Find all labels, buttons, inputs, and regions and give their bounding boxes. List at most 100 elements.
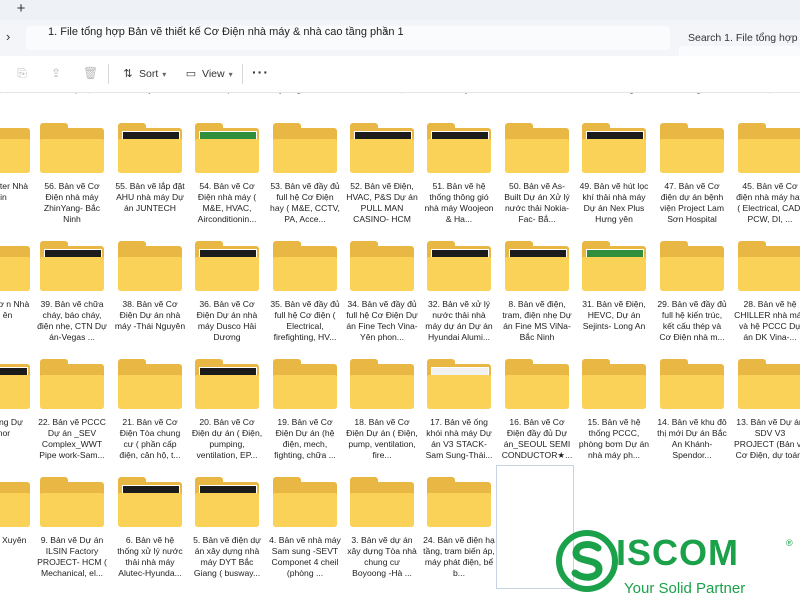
folder-icon — [582, 241, 646, 291]
folder-item[interactable]: 28. Bản vẽ hệ CHILLER nhà máy và hệ PCCC… — [734, 241, 800, 359]
folder-item[interactable]: 56. Bản vẽ Cơ Điện nhà máy ZhinYang- Bắc… — [36, 123, 108, 241]
logo-wordmark: ISCOM — [616, 532, 740, 573]
folder-item[interactable]: 39. Bản vẽ chữa cháy, báo cháy, điện nhẹ… — [36, 241, 108, 359]
folder-label: 50. Bản vẽ As-Built Dự án Xử lý nước thả… — [504, 181, 570, 224]
folder-item[interactable]: 6. Bản vẽ hệ thống xử lý nước thải nhà m… — [114, 477, 186, 595]
folder-label: 14. Bản vẽ khu đô thị mới Dự án Bắc An K… — [657, 417, 727, 460]
folder-item[interactable]: 32. Bản vẽ xử lý nước thải nhà máy dự án… — [423, 241, 495, 359]
folder-item[interactable]: cấp dung Dự manor — [0, 359, 34, 477]
toolbar-divider — [242, 64, 243, 84]
chevron-right-icon[interactable]: › — [6, 29, 10, 44]
folder-item[interactable]: Cơ Nhà Xuyên — [0, 477, 34, 595]
folder-item[interactable]: 16. Bản vẽ Cơ Điện đầy đủ Dự án_SEOUL SE… — [501, 359, 573, 477]
folder-label: 9. Bản vẽ Dự án ILSIN Factory PROJECT- H… — [37, 535, 107, 578]
folder-item[interactable]: 54. Bản vẽ Cơ Điện nhà máy ( M&E, HVAC, … — [191, 123, 263, 241]
chevron-right-icon[interactable]: › — [384, 25, 388, 39]
folder-icon — [195, 241, 259, 291]
folder-label: 13. Bản vẽ Dự án SDV V3 PROJECT (Bản vẽ … — [734, 417, 800, 460]
folder-item[interactable]: 51. Bản vẽ hệ thống thông gió nhà máy Wo… — [423, 123, 495, 241]
folder-label: 15. Bản vẽ hệ thống PCCC, phòng bơm Dự á… — [578, 417, 650, 460]
folder-label: full hệ Cơ n Nhà Thái ên — [0, 299, 30, 320]
folder-icon — [118, 241, 182, 291]
folder-item[interactable]: 3. Bản vẽ dự án xây dựng Tòa nhà chung c… — [346, 477, 418, 595]
folder-item[interactable]: 22. Bản vẽ PCCC Dự án _SEV Complex_WWT P… — [36, 359, 108, 477]
folder-item[interactable]: full hệ Cơ n Nhà Thái ên — [0, 241, 34, 359]
folder-item[interactable]: 50. Bản vẽ As-Built Dự án Xử lý nước thả… — [501, 123, 573, 241]
folder-item[interactable]: 35. Bản vẽ đầy đủ full hệ Cơ điện ( Elec… — [269, 241, 341, 359]
folder-label-partial[interactable]: Liensys — [423, 93, 495, 95]
folder-label-partial[interactable]: nhà máy BOS... — [114, 93, 186, 95]
folder-label: 38. Bản vẽ Cơ Điện Dự án nhà máy -Thái N… — [114, 299, 186, 331]
folder-label: 20. Bản vẽ Cơ Điện dự án ( Điện, pumping… — [191, 417, 263, 460]
folder-label-partial[interactable]: Vinh phúc — [191, 93, 263, 95]
command-bar — [0, 56, 800, 93]
folder-item[interactable]: 4. Bản vẽ nhà máy Sam sung -SEVT Compone… — [269, 477, 341, 595]
folder-label: Cơ Nhà Xuyên — [0, 535, 27, 545]
folder-label-partial[interactable]: chiếu sáng, điề... — [656, 93, 728, 95]
rename-icon[interactable]: ⎘ — [15, 66, 29, 80]
folder-icon — [660, 359, 724, 409]
folder-label-partial[interactable]: G-Max Vina- Bắ... — [501, 93, 573, 95]
folder-label-partial[interactable]: Quang Minh- ... — [269, 93, 341, 95]
folder-item[interactable]: 36. Bản vẽ Cơ Điện Dự án nhà máy Dusco H… — [191, 241, 263, 359]
folder-item[interactable]: 53. Bản vẽ đầy đủ full hệ Cơ Điện hay ( … — [269, 123, 341, 241]
folder-label-partial[interactable]: Hải Phòng — [578, 93, 650, 95]
folder-icon — [660, 241, 724, 291]
folder-item[interactable]: 8. Bản vẽ điện, tram, điện nhẹ Dự án Fin… — [501, 241, 573, 359]
folder-label: 18. Bản vẽ Cơ Điện Dự án ( Điện, pump, v… — [346, 417, 418, 460]
folder-label: 34. Bản vẽ đầy đủ full hệ Cơ Điện Dự án … — [346, 299, 418, 342]
folder-icon — [738, 123, 800, 173]
folder-icon — [505, 359, 569, 409]
folder-label: 29. Bản vẽ đầy đủ full hệ kiến trúc, kết… — [657, 299, 727, 342]
folder-item[interactable]: 9. Bản vẽ Dự án ILSIN Factory PROJECT- H… — [36, 477, 108, 595]
folder-label-partial[interactable]: Vina- Hà Nội — [346, 93, 418, 95]
sort-button[interactable]: ⇅ Sort ▾ — [121, 64, 166, 84]
folder-item[interactable]: 31. Bản vẽ Điện, HEVC, Dự án Sejints- Lo… — [578, 241, 650, 359]
folder-label: 8. Bản vẽ điện, tram, điện nhẹ Dự án Fin… — [502, 299, 572, 342]
folder-item[interactable]: 18. Bản vẽ Cơ Điện Dự án ( Điện, pump, v… — [346, 359, 418, 477]
folder-label: 5. Bản vẽ điện dự án xây dựng nhà máy DY… — [193, 535, 261, 578]
folder-item[interactable]: 34. Bản vẽ đầy đủ full hệ Cơ Điện Dự án … — [346, 241, 418, 359]
folder-label-partial[interactable]: Nội — [0, 93, 34, 95]
folder-icon — [40, 477, 104, 527]
folder-item[interactable]: 55. Bản vẽ lắp đặt AHU nhà máy Dự án JUN… — [114, 123, 186, 241]
folder-item[interactable]: 20. Bản vẽ Cơ Điện dự án ( Điện, pumping… — [191, 359, 263, 477]
folder-item[interactable]: 52. Bản vẽ Điện, HVAC, P&S Dự án PULL MA… — [346, 123, 418, 241]
folder-icon — [350, 123, 414, 173]
view-icon: ▭ — [185, 68, 197, 80]
folder-item[interactable]: 49. Bản vẽ hút lọc khí thải nhà máy Dự á… — [578, 123, 650, 241]
folder-item[interactable]: 29. Bản vẽ đầy đủ full hệ kiến trúc, kết… — [656, 241, 728, 359]
folder-item[interactable]: 13. Bản vẽ Dự án SDV V3 PROJECT (Bản vẽ … — [734, 359, 800, 477]
view-button[interactable]: ▭ View ▾ — [184, 64, 233, 84]
folder-item[interactable]: 14. Bản vẽ khu đô thị mới Dự án Bắc An K… — [656, 359, 728, 477]
share-icon[interactable]: ⇪ — [49, 66, 63, 80]
folder-item[interactable]: 17. Bản vẽ ống khói nhà máy Dự án V3 STA… — [423, 359, 495, 477]
folder-label: 51. Bản vẽ hệ thống thông gió nhà máy Wo… — [424, 181, 494, 224]
folder-icon — [582, 123, 646, 173]
folder-label: 45. Bản vẽ Cơ điện nhà máy hay ( Electri… — [736, 181, 800, 224]
folder-icon — [0, 477, 30, 527]
folder-label: 17. Bản vẽ ống khói nhà máy Dự án V3 STA… — [425, 417, 493, 460]
folder-label: 49. Bản vẽ hút lọc khí thải nhà máy Dự á… — [579, 181, 649, 224]
folder-label-partial[interactable]: HVAC, FF) Dự á... — [36, 93, 108, 95]
search-input[interactable]: Search 1. File tổng hợp B — [688, 32, 800, 44]
folder-item[interactable]: 15. Bản vẽ hệ thống PCCC, phòng bơm Dự á… — [578, 359, 650, 477]
folder-item[interactable]: hệ R.O, ter Nhà uyjin — [0, 123, 34, 241]
folder-icon — [660, 123, 724, 173]
folder-icon — [195, 123, 259, 173]
delete-icon[interactable]: 🗑 — [83, 66, 98, 80]
folder-item[interactable]: 19. Bản vẽ Cơ Điện Dự án (hệ điện, mech,… — [269, 359, 341, 477]
folder-item[interactable]: 38. Bản vẽ Cơ Điện Dự án nhà máy -Thái N… — [114, 241, 186, 359]
breadcrumb[interactable]: 1. File tổng hợp Bản vẽ thiết kế Cơ Điện… — [48, 26, 404, 38]
more-options-button[interactable]: ··· — [252, 64, 269, 80]
folder-item[interactable]: 21. Bản vẽ Cơ Điện Tòa chung cư ( phần c… — [114, 359, 186, 477]
folder-label: 53. Bản vẽ đầy đủ full hệ Cơ Điện hay ( … — [270, 181, 340, 224]
folder-item[interactable]: 47. Bản vẽ Cơ điện dự án bệnh viện Proje… — [656, 123, 728, 241]
folder-icon — [118, 477, 182, 527]
folder-label: 4. Bản vẽ nhà máy Sam sung -SEVT Compone… — [269, 535, 341, 578]
folder-label-partial[interactable]: sạn — [734, 93, 800, 95]
folder-item[interactable]: 24. Bản vẽ điện hạ tầng, tram biến áp, m… — [423, 477, 495, 595]
folder-item[interactable]: 45. Bản vẽ Cơ điện nhà máy hay ( Electri… — [734, 123, 800, 241]
folder-item[interactable]: 5. Bản vẽ điện dự án xây dựng nhà máy DY… — [191, 477, 263, 595]
new-tab-button[interactable]: + — [12, 0, 30, 18]
